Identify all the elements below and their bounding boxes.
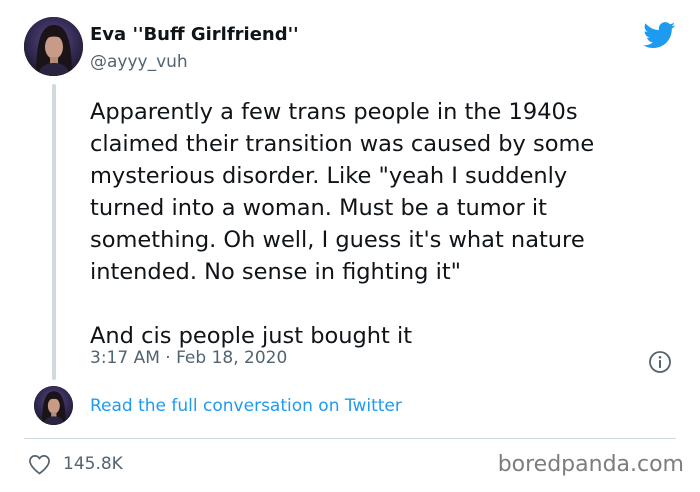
tweet-text-line: something. Oh well, I guess it's what na… xyxy=(90,227,585,253)
tweet-text-line: claimed their transition was caused by s… xyxy=(90,131,595,157)
avatar[interactable] xyxy=(24,17,83,76)
twitter-bird-icon[interactable] xyxy=(643,22,676,49)
display-name[interactable]: Eva ''Buff Girlfriend'' xyxy=(90,24,299,45)
avatar-small[interactable] xyxy=(34,386,73,425)
tweet-text-line: intended. No sense in fighting it" xyxy=(90,259,462,285)
heart-icon[interactable] xyxy=(28,454,51,475)
thread-line xyxy=(52,84,56,380)
read-conversation-link[interactable]: Read the full conversation on Twitter xyxy=(90,396,402,416)
user-handle[interactable]: @ayyy_vuh xyxy=(90,52,188,72)
watermark: boredpanda.com xyxy=(497,452,684,477)
tweet-text-line: mysterious disorder. Like "yeah I sudden… xyxy=(90,163,568,189)
tweet-timestamp[interactable]: 3:17 AM · Feb 18, 2020 xyxy=(90,348,287,368)
tweet-text-line: Apparently a few trans people in the 194… xyxy=(90,99,578,125)
tweet-text: Apparently a few trans people in the 194… xyxy=(90,96,680,352)
info-icon[interactable] xyxy=(648,350,672,374)
divider xyxy=(24,438,676,439)
like-count[interactable]: 145.8K xyxy=(63,454,123,474)
tweet-text-line: turned into a woman. Must be a tumor it xyxy=(90,195,547,221)
